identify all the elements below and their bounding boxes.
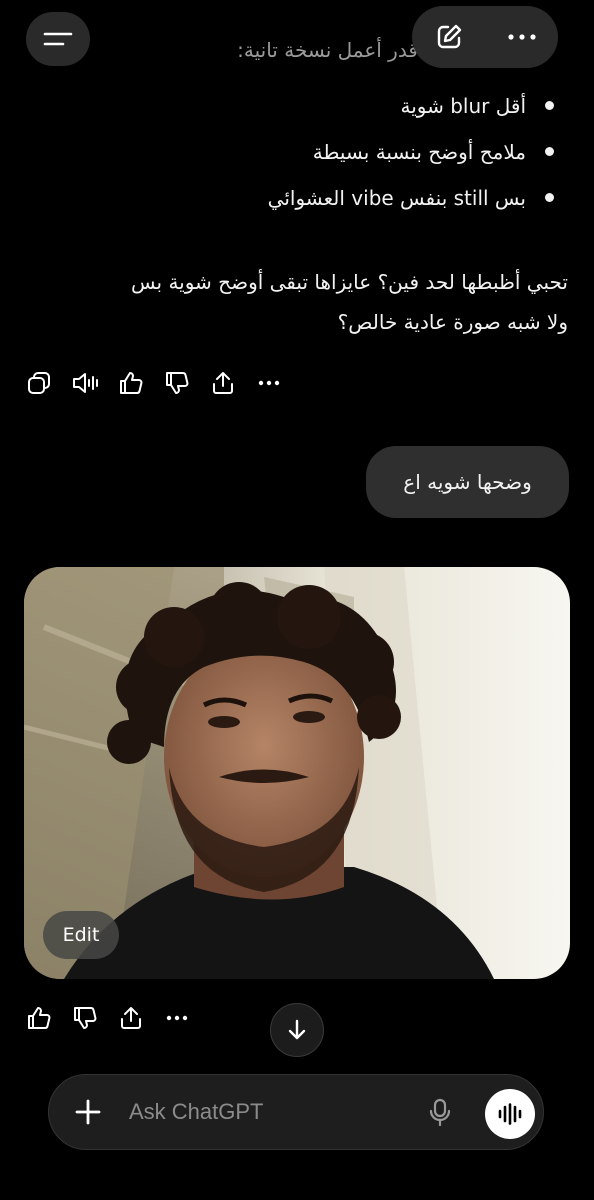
more-horizontal-icon <box>258 380 280 386</box>
image-actions <box>24 1003 192 1033</box>
dictate-button[interactable] <box>425 1097 455 1127</box>
mic-icon <box>429 1098 451 1127</box>
good-response-button[interactable] <box>116 368 146 398</box>
edit-image-button[interactable]: Edit <box>43 911 119 959</box>
share-button[interactable] <box>116 1003 146 1033</box>
list-item: بس still بنفس vibe العشوائي <box>268 178 558 224</box>
menu-button[interactable] <box>26 12 90 66</box>
bad-response-button[interactable] <box>70 1003 100 1033</box>
more-actions-button[interactable] <box>162 1003 192 1033</box>
more-options-button[interactable] <box>485 6 558 68</box>
scroll-to-bottom-button[interactable] <box>270 1003 324 1057</box>
more-actions-button[interactable] <box>254 368 284 398</box>
arrow-down-icon <box>288 1019 306 1040</box>
speaker-icon <box>73 373 98 393</box>
voice-mode-button[interactable] <box>485 1089 535 1139</box>
bad-response-button[interactable] <box>162 368 192 398</box>
user-message-bubble: وضحها شويه اع <box>366 446 569 518</box>
top-actions-pill <box>412 6 558 68</box>
new-chat-button[interactable] <box>412 6 485 68</box>
share-icon <box>213 372 233 394</box>
plus-icon <box>75 1099 101 1125</box>
assistant-question: تحبي أظبطها لحد فين؟ عايزاها تبقى أوضح ش… <box>131 270 568 334</box>
edit-icon <box>437 24 461 49</box>
thumbs-up-icon <box>120 372 143 394</box>
more-horizontal-icon <box>166 1015 188 1021</box>
edit-image-label: Edit <box>62 924 100 946</box>
good-response-button[interactable] <box>24 1003 54 1033</box>
prompt-input[interactable]: Ask ChatGPT <box>129 1099 263 1125</box>
more-horizontal-icon <box>507 34 536 40</box>
attach-button[interactable] <box>73 1097 103 1127</box>
user-message-text: وضحها شويه اع <box>403 470 532 494</box>
hamburger-icon <box>43 32 73 46</box>
assistant-actions <box>24 368 284 398</box>
list-item: ملامح أوضح بنسبة بسيطة <box>268 132 558 178</box>
thumbs-up-icon <box>28 1007 51 1029</box>
share-button[interactable] <box>208 368 238 398</box>
assistant-bullet-list: أقل blur شوية ملامح أوضح بنسبة بسيطة بس … <box>268 86 558 224</box>
copy-icon <box>28 372 50 394</box>
voice-mode-icon <box>498 1103 522 1125</box>
copy-button[interactable] <box>24 368 54 398</box>
list-item: أقل blur شوية <box>268 86 558 132</box>
read-aloud-button[interactable] <box>70 368 100 398</box>
thumbs-down-icon <box>166 372 189 394</box>
message-composer: Ask ChatGPT <box>48 1074 544 1150</box>
share-icon <box>121 1007 141 1029</box>
thumbs-down-icon <box>74 1007 97 1029</box>
